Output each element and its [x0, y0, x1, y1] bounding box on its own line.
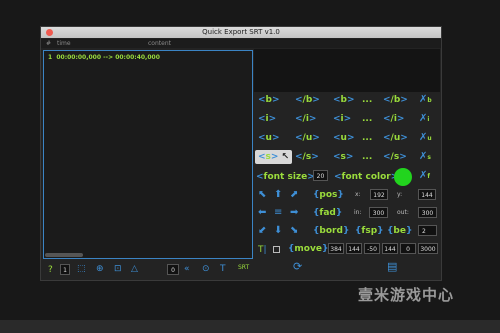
col-time: time	[57, 40, 71, 47]
fad-in-label: in:	[354, 209, 362, 216]
tag-b-dots[interactable]: ...	[362, 93, 372, 107]
clear-u-button[interactable]: ✗u	[419, 132, 432, 145]
arrow-down-icon[interactable]: ⬇	[274, 225, 282, 237]
tag-b-pair-button[interactable]: <b>	[333, 93, 355, 107]
text-tool-icon[interactable]: T	[220, 263, 226, 275]
tag-i-pair-button[interactable]: <i>	[333, 112, 351, 126]
tag-s-end-button[interactable]: </s>	[383, 150, 407, 164]
zero-input[interactable]: 0	[167, 264, 179, 275]
clear-i-button[interactable]: ✗i	[419, 113, 429, 126]
help-icon[interactable]: ?	[48, 264, 53, 276]
text-icon[interactable]: T|	[258, 244, 267, 256]
tag-i-close-button[interactable]: </i>	[295, 112, 316, 126]
arrow-down-right-icon[interactable]: ⬊	[290, 225, 298, 237]
arrow-left-icon[interactable]: ⬅	[258, 207, 266, 219]
be-button[interactable]: {be}	[387, 224, 412, 238]
text-frame-icon[interactable]: ⊡	[114, 263, 122, 275]
tag-b-close-button[interactable]: </b>	[295, 93, 320, 107]
watermark-text: 壹米游戏中心	[358, 286, 455, 304]
zoom-icon[interactable]: ⊙	[202, 263, 210, 275]
bord-button[interactable]: {bord}	[313, 224, 349, 238]
tag-i-button[interactable]: <i>	[258, 112, 276, 126]
font-color-swatch[interactable]	[394, 168, 412, 186]
be-input[interactable]: 2	[418, 225, 437, 236]
tag-b-end-button[interactable]: </b>	[383, 93, 408, 107]
fad-button[interactable]: {fad}	[313, 206, 342, 220]
screen-icon[interactable]: ⬚	[77, 263, 86, 275]
subtitle-list[interactable]: 1 00:00:00,000 --> 00:00:40,000	[43, 50, 253, 259]
tag-u-button[interactable]: <u>	[258, 131, 280, 145]
col-num: #	[46, 40, 52, 47]
move-x1-input[interactable]: 384	[328, 243, 344, 254]
row-time: 00:00:00,000 --> 00:00:40,000	[56, 54, 160, 61]
title-bar[interactable]: Quick Export SRT v1.0	[41, 27, 441, 38]
move-y1-input[interactable]: 144	[346, 243, 362, 254]
srt-export-icon[interactable]: SRT	[238, 262, 249, 274]
column-header: # time content	[41, 39, 441, 48]
content-panel[interactable]	[254, 49, 440, 92]
pos-x-label: x:	[355, 191, 361, 198]
tag-s-dots[interactable]: ...	[362, 150, 372, 164]
arrow-right-icon[interactable]: ➡	[290, 207, 298, 219]
col-content: content	[148, 40, 171, 47]
refresh-icon[interactable]: ⟳	[293, 261, 302, 273]
move-button[interactable]: {move}	[288, 242, 328, 256]
move-x2-input[interactable]: -50	[364, 243, 380, 254]
tag-u-close-button[interactable]: </u>	[295, 131, 320, 145]
tag-u-pair-button[interactable]: <u>	[333, 131, 355, 145]
clear-font-button[interactable]: ✗f	[419, 170, 430, 183]
move-t2-input[interactable]: 3000	[418, 243, 438, 254]
tag-s-pair-button[interactable]: <s>	[333, 150, 353, 164]
clear-b-button[interactable]: ✗b	[419, 94, 432, 107]
scroll-icon[interactable]: ▤	[387, 261, 397, 273]
pos-y-input[interactable]: 144	[418, 189, 436, 200]
move-y2-input[interactable]: 144	[382, 243, 398, 254]
fad-in-input[interactable]: 300	[369, 207, 388, 218]
tag-u-end-button[interactable]: </u>	[383, 131, 408, 145]
font-size-input[interactable]: 20	[313, 170, 328, 181]
arrow-up-right-icon[interactable]: ⬈	[290, 189, 298, 201]
fad-out-input[interactable]: 300	[418, 207, 437, 218]
tag-b-button[interactable]: <b>	[258, 93, 280, 107]
arrow-down-left-icon[interactable]: ⬋	[258, 225, 266, 237]
horizontal-scrollbar[interactable]	[45, 253, 83, 257]
arrow-up-icon[interactable]: ⬆	[274, 189, 282, 201]
center-icon[interactable]: ≡	[274, 207, 282, 219]
tag-i-dots[interactable]: ...	[362, 112, 372, 126]
clear-s-button[interactable]: ✗s	[419, 151, 431, 164]
font-size-button[interactable]: <font size>	[256, 170, 315, 184]
font-color-button[interactable]: <font color>	[334, 170, 398, 184]
fsp-button[interactable]: {fsp}	[355, 224, 384, 238]
fad-out-label: out:	[397, 209, 409, 216]
arrow-up-left-icon[interactable]: ⬉	[258, 189, 266, 201]
tag-u-dots[interactable]: ...	[362, 131, 372, 145]
checkbox[interactable]	[273, 246, 280, 253]
pos-button[interactable]: {pos}	[313, 188, 344, 202]
taskbar-strip	[0, 320, 500, 333]
row-num: 1	[48, 54, 53, 61]
crosshair-icon[interactable]: ⊕	[96, 263, 104, 275]
list-item[interactable]: 1 00:00:00,000 --> 00:00:40,000	[48, 54, 160, 61]
shape-clear-icon[interactable]: △	[131, 263, 138, 275]
page-input[interactable]: 1	[60, 264, 70, 275]
tag-i-end-button[interactable]: </i>	[383, 112, 404, 126]
pos-x-input[interactable]: 192	[370, 189, 388, 200]
pos-y-label: y:	[397, 191, 403, 198]
window-title: Quick Export SRT v1.0	[202, 28, 280, 36]
rewind-icon[interactable]: «	[184, 263, 190, 275]
move-t1-input[interactable]: 0	[400, 243, 416, 254]
tag-s-button[interactable]: <s> ↖	[255, 150, 292, 164]
tag-s-close-button[interactable]: </s>	[295, 150, 319, 164]
